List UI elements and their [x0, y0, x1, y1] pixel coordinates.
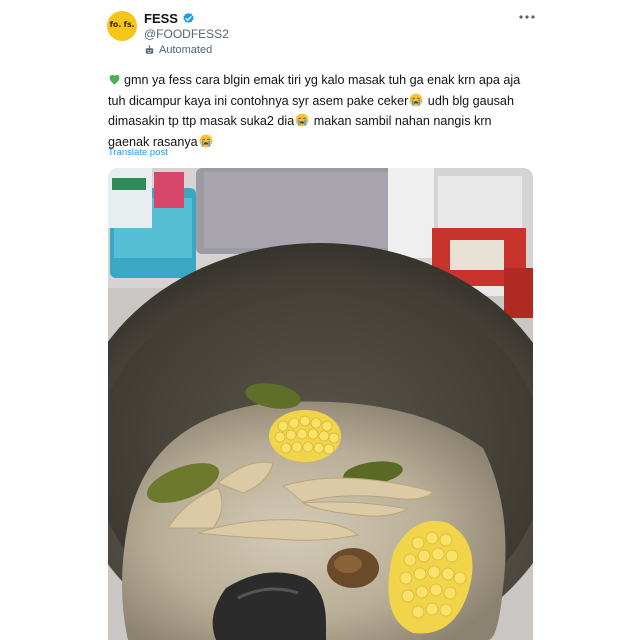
- bot-icon: [145, 44, 154, 54]
- corn-cob-top: [269, 410, 341, 462]
- automated-label: Automated: [159, 44, 213, 56]
- handle[interactable]: @FOODFESS2: [144, 27, 229, 41]
- verified-badge-icon: [183, 12, 194, 23]
- automated-row: Automated: [144, 44, 212, 56]
- post-photo[interactable]: [108, 168, 533, 640]
- food-box: [108, 168, 152, 228]
- soup-pot-photo: [108, 168, 533, 640]
- more-options-icon[interactable]: [518, 10, 536, 24]
- translate-post-link[interactable]: Translate post: [108, 147, 168, 158]
- name-row: FESS: [144, 10, 195, 26]
- green-heart-emoji: [109, 74, 120, 85]
- loudly-crying-face-emoji: [409, 93, 423, 106]
- tweet-text: gmn ya fess cara blgin emak tiri yg kalo…: [108, 70, 533, 152]
- loudly-crying-face-emoji: [295, 113, 309, 127]
- avatar-text: fo. fs.: [109, 20, 135, 29]
- tweet-card: fo. fs. FESS @FOODFESS2 Automated gmn ya…: [0, 0, 640, 640]
- loudly-crying-face-emoji: [199, 134, 213, 147]
- display-name[interactable]: FESS: [144, 11, 178, 26]
- avatar[interactable]: fo. fs.: [107, 11, 137, 41]
